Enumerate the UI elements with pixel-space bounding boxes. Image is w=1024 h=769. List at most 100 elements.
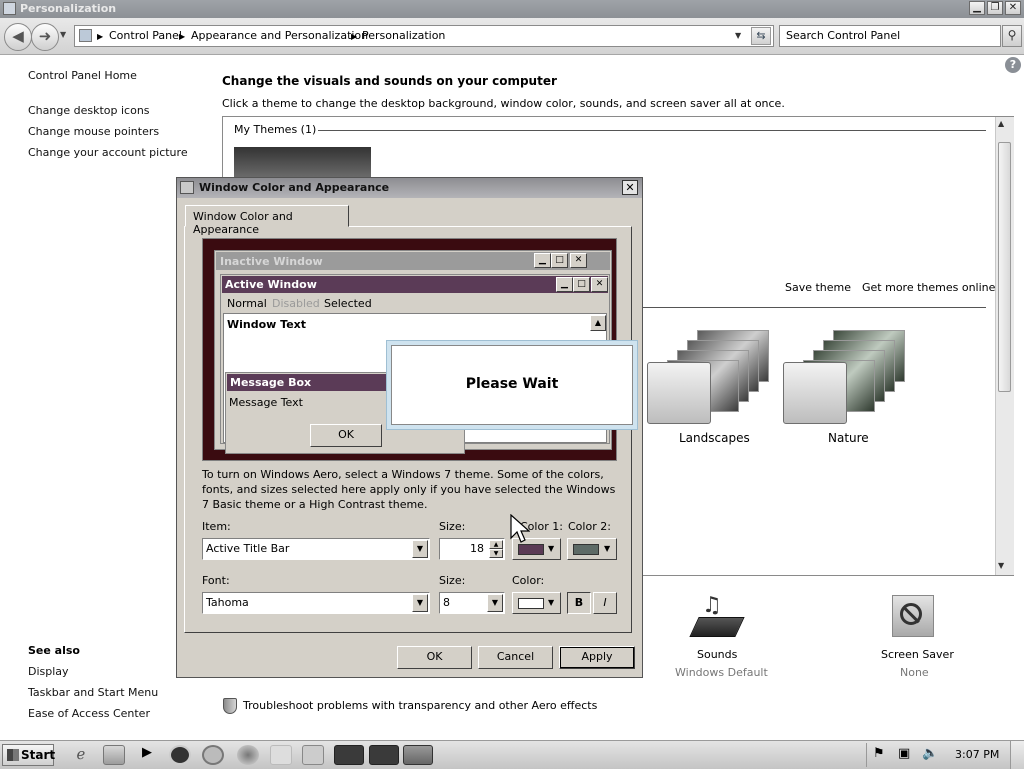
- tab-window-color[interactable]: Window Color and Appearance: [185, 205, 349, 236]
- display-link[interactable]: Display: [28, 665, 69, 678]
- font-color-picker[interactable]: ▼: [512, 592, 561, 614]
- search-button[interactable]: ⚲: [1002, 25, 1022, 47]
- color2-picker[interactable]: ▼: [567, 538, 617, 560]
- message-text: Message Text: [229, 396, 303, 409]
- ease-of-access-link[interactable]: Ease of Access Center: [28, 707, 150, 720]
- show-desktop-button[interactable]: [1010, 741, 1024, 769]
- search-input[interactable]: Search Control Panel: [779, 25, 1001, 47]
- font-color-label: Color:: [512, 574, 545, 587]
- dialog-title-bar: Window Color and Appearance ✕: [177, 178, 642, 198]
- folder-icon[interactable]: [103, 745, 125, 765]
- divider: [866, 743, 867, 767]
- divider: [643, 307, 986, 308]
- sounds-value: Windows Default: [675, 666, 768, 679]
- shield-app-icon[interactable]: [334, 745, 364, 765]
- forward-button[interactable]: ➜: [31, 23, 59, 51]
- themes-scrollbar[interactable]: ▲ ▼: [995, 117, 1014, 575]
- dialog-close-button[interactable]: ✕: [622, 180, 638, 195]
- chevron-down-icon[interactable]: ▼: [412, 540, 428, 558]
- item-size-stepper[interactable]: 18 ▲ ▼: [439, 538, 505, 560]
- chevron-right-icon[interactable]: ▶: [351, 32, 357, 41]
- save-theme-link[interactable]: Save theme: [785, 281, 851, 294]
- menu-selected: Selected: [324, 297, 372, 310]
- get-more-themes-link[interactable]: Get more themes online: [862, 281, 995, 294]
- clock[interactable]: 3:07 PM: [955, 748, 999, 761]
- my-themes-heading: My Themes (1): [234, 123, 321, 136]
- back-button[interactable]: ◀: [4, 23, 32, 51]
- theme-landscapes-label[interactable]: Landscapes: [679, 431, 750, 445]
- breadcrumb-personalization[interactable]: Personalization: [362, 29, 445, 42]
- help-icon[interactable]: ?: [1005, 57, 1021, 73]
- cancel-button[interactable]: Cancel: [478, 646, 553, 669]
- restore-button[interactable]: ❐: [987, 1, 1003, 15]
- apply-button[interactable]: Apply: [559, 646, 635, 669]
- window-title: Personalization: [20, 2, 117, 15]
- theme-nature-label[interactable]: Nature: [828, 431, 869, 445]
- scroll-up-icon[interactable]: ▲: [998, 119, 1004, 128]
- stepper-down-icon[interactable]: ▼: [489, 549, 503, 558]
- change-desktop-icons-link[interactable]: Change desktop icons: [28, 104, 150, 117]
- chevron-right-icon[interactable]: ▶: [179, 32, 185, 41]
- window-text: Window Text: [227, 318, 307, 331]
- please-wait-popup: Please Wait: [386, 340, 638, 430]
- clock-app-icon[interactable]: [202, 745, 224, 765]
- window-title-bar: Personalization ▁ ❐ ✕: [0, 0, 1024, 18]
- taskbar-start-menu-link[interactable]: Taskbar and Start Menu: [28, 686, 158, 699]
- taskbar: Start ℯ ▶ ⚑ ▣ 🔈 3:07 PM: [0, 740, 1024, 769]
- breadcrumb-control-panel[interactable]: Control Panel: [109, 29, 182, 42]
- font-size-value: 8: [443, 596, 450, 609]
- chevron-down-icon[interactable]: ▼: [412, 594, 428, 612]
- close-icon: ✕: [591, 277, 608, 292]
- browser-icon[interactable]: [237, 745, 259, 765]
- internet-explorer-icon[interactable]: ℯ: [70, 745, 92, 765]
- ok-button[interactable]: OK: [397, 646, 472, 669]
- sounds-icon[interactable]: ♫: [689, 593, 745, 643]
- search-icon: ⚲: [1007, 28, 1017, 42]
- theme-landscapes[interactable]: [647, 330, 769, 424]
- volume-muted-icon[interactable]: 🔈: [922, 746, 938, 761]
- chevron-down-icon[interactable]: ▼: [487, 594, 503, 612]
- scroll-down-icon[interactable]: ▼: [998, 561, 1004, 570]
- change-account-picture-link[interactable]: Change your account picture: [28, 146, 188, 159]
- refresh-button[interactable]: ⇆: [751, 27, 771, 45]
- menu-disabled: Disabled: [272, 297, 320, 310]
- font-select-value: Tahoma: [206, 596, 249, 609]
- close-button[interactable]: ✕: [1005, 1, 1021, 15]
- media-player-icon[interactable]: ▶: [136, 745, 158, 765]
- troubleshoot-link[interactable]: Troubleshoot problems with transparency …: [243, 699, 597, 712]
- app-icon[interactable]: [169, 745, 191, 765]
- item-size-label: Size:: [439, 520, 466, 533]
- theme-selection-frame: [647, 362, 711, 424]
- italic-toggle[interactable]: I: [593, 592, 617, 614]
- start-button[interactable]: Start: [2, 744, 55, 766]
- theme-nature[interactable]: [783, 330, 905, 424]
- network-icon[interactable]: ▣: [898, 746, 910, 761]
- font-select[interactable]: Tahoma ▼: [202, 592, 430, 614]
- control-panel-icon: [79, 29, 92, 42]
- personalization-task-icon[interactable]: [403, 745, 433, 765]
- scroll-thumb[interactable]: [998, 142, 1011, 392]
- app-icon[interactable]: [270, 745, 292, 765]
- change-mouse-pointers-link[interactable]: Change mouse pointers: [28, 125, 159, 138]
- chevron-down-icon[interactable]: ▼: [735, 31, 741, 40]
- screen-saver-label[interactable]: Screen Saver: [881, 648, 954, 661]
- control-panel-home-link[interactable]: Control Panel Home: [28, 69, 137, 82]
- font-color-swatch: [518, 598, 544, 609]
- control-panel-icon: [3, 2, 16, 15]
- stepper-up-icon[interactable]: ▲: [489, 540, 503, 549]
- my-theme-thumbnail[interactable]: [234, 147, 371, 177]
- font-size-label: Size:: [439, 574, 466, 587]
- bold-toggle[interactable]: B: [567, 592, 591, 614]
- close-icon: ✕: [625, 181, 635, 194]
- recent-pages-chevron-icon[interactable]: ▼: [60, 30, 66, 39]
- sounds-label[interactable]: Sounds: [697, 648, 737, 661]
- font-size-select[interactable]: 8 ▼: [439, 592, 505, 614]
- item-select[interactable]: Active Title Bar ▼: [202, 538, 430, 560]
- preview-ok-button: OK: [310, 424, 382, 447]
- screen-saver-icon[interactable]: [888, 593, 938, 643]
- minimize-button[interactable]: ▁: [969, 1, 985, 15]
- action-center-flag-icon[interactable]: ⚑: [873, 746, 885, 761]
- breadcrumb-appearance[interactable]: Appearance and Personalization: [191, 29, 368, 42]
- app-icon[interactable]: [302, 745, 324, 765]
- shield-app-icon[interactable]: [369, 745, 399, 765]
